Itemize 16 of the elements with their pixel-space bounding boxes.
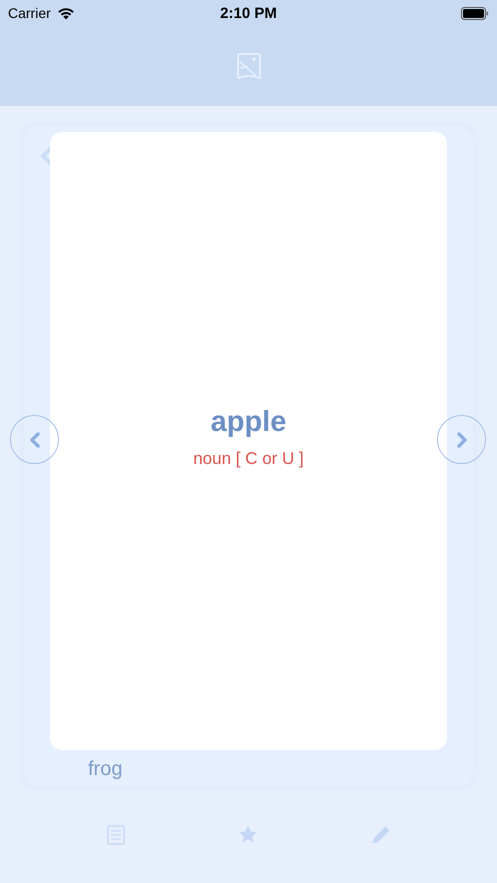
word-text: apple [210, 406, 286, 438]
part-of-speech-text: noun [ C or U ] [193, 448, 304, 468]
chevron-left-icon [28, 432, 40, 448]
carrier-name: Carrier [8, 5, 51, 21]
flash-card[interactable]: apple noun [ C or U ] [50, 132, 447, 750]
chevron-right-icon [456, 432, 468, 448]
previous-button[interactable] [10, 415, 59, 464]
next-button[interactable] [437, 415, 486, 464]
status-time: 2:10 PM [220, 4, 277, 22]
battery-icon [461, 6, 489, 20]
word-text: frog [88, 758, 122, 780]
star-icon[interactable] [238, 825, 258, 844]
pencil-icon[interactable] [370, 824, 390, 844]
wifi-icon [56, 6, 75, 20]
list-icon[interactable] [106, 824, 124, 844]
image-placeholder-icon[interactable] [236, 52, 262, 80]
